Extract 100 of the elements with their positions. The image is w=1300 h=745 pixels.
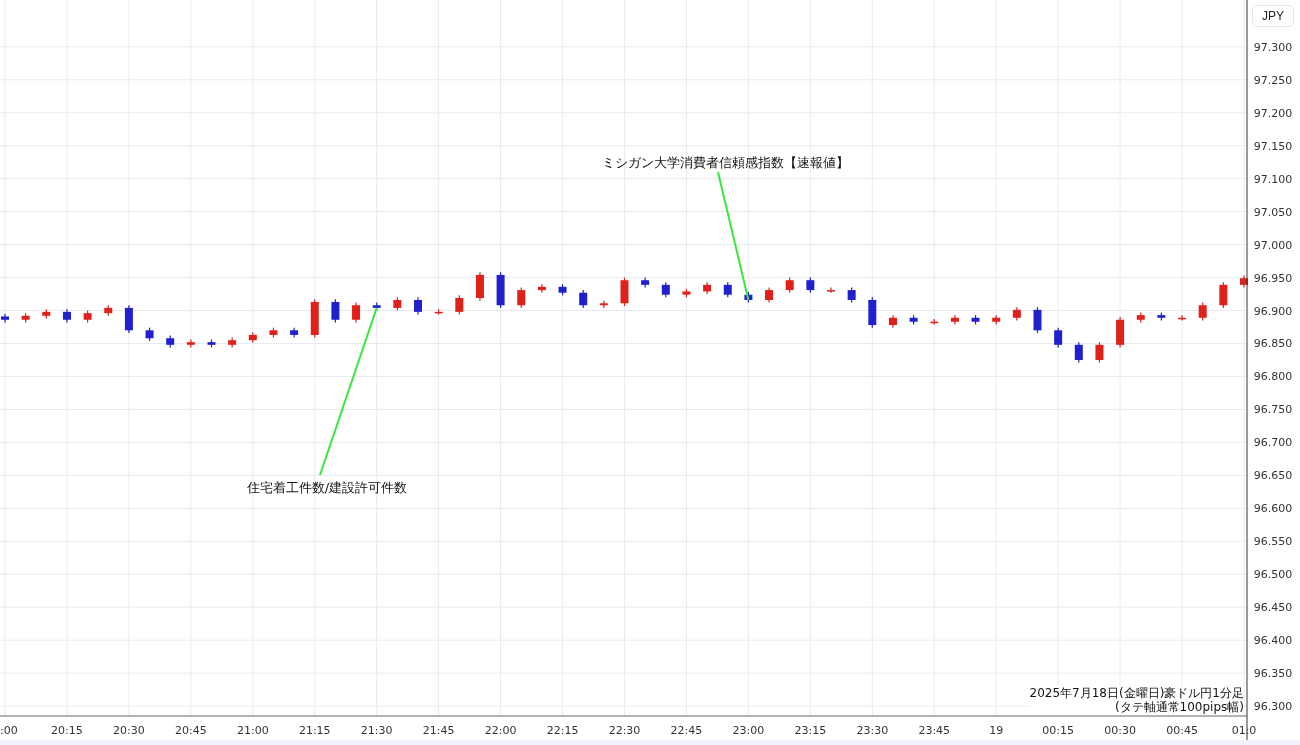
- axis-label: 96.750: [1253, 403, 1293, 417]
- candlestick: [517, 286, 526, 309]
- candlestick: [186, 338, 195, 349]
- chart-caption: 2025年7月18日(金曜日)豪ドル円1分足: [1029, 686, 1244, 700]
- candlestick: [166, 334, 175, 349]
- candlestick: [1116, 316, 1125, 349]
- candlestick: [310, 298, 319, 339]
- candlestick: [1095, 341, 1104, 364]
- axis-label: 96.550: [1253, 535, 1293, 549]
- annotation-label: 住宅着工件数/建設許可件数: [246, 480, 408, 495]
- axis-label: 96.700: [1253, 436, 1293, 450]
- axis-label: :00: [0, 724, 18, 737]
- candlestick: [21, 312, 30, 323]
- candlestick: [599, 300, 608, 309]
- axis-label: 96.500: [1253, 568, 1293, 582]
- candlestick: [393, 296, 402, 312]
- axis-label: 22:15: [546, 724, 579, 737]
- axis-label: 22:45: [670, 724, 703, 737]
- candlestick: [1198, 302, 1207, 322]
- axis-label: 96.600: [1253, 502, 1293, 516]
- axis-label: 97.200: [1253, 106, 1293, 120]
- candlestick: [1178, 314, 1187, 322]
- candlestick: [248, 331, 257, 344]
- candlestick: [682, 288, 691, 298]
- axis-label: 96.950: [1253, 271, 1293, 285]
- axis-label: 96.400: [1253, 634, 1293, 648]
- candlestick: [744, 291, 753, 304]
- axis-label: 23:15: [794, 724, 827, 737]
- candlestick: [806, 276, 815, 294]
- axis-label: 20:45: [175, 724, 207, 737]
- axis-label: 19: [989, 724, 1004, 737]
- candlestick: [1157, 311, 1166, 322]
- candlestick: [455, 294, 464, 316]
- axis-label: 97.100: [1253, 172, 1293, 186]
- candlestick: [888, 314, 897, 329]
- candlestick: [868, 296, 877, 329]
- candlestick: [42, 308, 51, 320]
- axis-label: 22:30: [608, 724, 641, 737]
- axis-label: 97.050: [1253, 205, 1293, 219]
- candlestick: [434, 308, 443, 316]
- axis-label: 00:45: [1166, 724, 1198, 737]
- axis-label: 97.300: [1253, 40, 1293, 54]
- axis-label: 21:45: [422, 724, 455, 737]
- axis-label: 97.150: [1253, 139, 1293, 153]
- candlestick: [847, 286, 856, 304]
- candlestick: [992, 314, 1001, 325]
- candlestick: [1136, 311, 1145, 323]
- axis-label: 96.650: [1253, 469, 1293, 483]
- annotation-label: ミシガン大学消費者信頼感指数【速報値】: [601, 155, 849, 170]
- candlestick: [207, 338, 216, 349]
- candlestick: [414, 296, 422, 316]
- candlestick: [1012, 306, 1021, 322]
- candlestick: [145, 327, 154, 342]
- candlestick: [537, 283, 546, 294]
- candlestick: [1, 313, 9, 323]
- chart-caption: (タテ軸通常100pips幅): [1114, 700, 1244, 714]
- axis-label: 00:30: [1104, 724, 1136, 737]
- candlestick: [579, 289, 588, 309]
- axis-label: 21:00: [236, 724, 269, 737]
- candlestick: [765, 286, 774, 304]
- axis-label: 21:30: [360, 724, 393, 737]
- axis-label: 96.800: [1253, 370, 1293, 384]
- axis-label: 96.450: [1253, 601, 1293, 615]
- candlestick: [620, 276, 629, 307]
- axis-label: 22:00: [484, 724, 517, 737]
- candlestick: [785, 276, 794, 294]
- candlestick: [269, 327, 278, 339]
- candlestick: [723, 281, 732, 298]
- candlestick: [661, 281, 670, 298]
- axis-label: 96.850: [1253, 337, 1293, 351]
- candlestick: [331, 298, 340, 323]
- candlestick: [558, 283, 567, 296]
- axis-label: 23:45: [918, 724, 951, 737]
- axis-label: 96.350: [1253, 667, 1293, 681]
- candlestick: [104, 304, 113, 317]
- candlestick: [475, 271, 484, 302]
- candlestick: [1074, 341, 1083, 364]
- candlestick: [496, 271, 505, 309]
- candlestick: [124, 304, 133, 334]
- candlestick: [703, 281, 712, 295]
- candlestick: [1054, 327, 1063, 349]
- axis-label: 20:30: [113, 724, 145, 737]
- candlestick: [290, 327, 299, 339]
- axis-label: 23:00: [732, 724, 765, 737]
- candlestick: [950, 314, 959, 325]
- axis-label: 97.250: [1253, 73, 1293, 87]
- candlestick: [909, 314, 918, 325]
- axis-label: 20:15: [51, 724, 83, 737]
- candlestick: [62, 308, 71, 323]
- candlestick: [1033, 306, 1042, 334]
- currency-button[interactable]: JPY: [1252, 5, 1294, 27]
- candlestick: [971, 314, 980, 325]
- candlestick: [930, 318, 939, 325]
- axis-label: 97.000: [1253, 238, 1293, 252]
- candlestick: [352, 302, 361, 323]
- candlestick: [827, 286, 835, 294]
- axis-label: 23:30: [856, 724, 889, 737]
- candlestick: [641, 276, 650, 289]
- axis-label: 96.900: [1253, 304, 1293, 318]
- candlestick: [83, 309, 92, 323]
